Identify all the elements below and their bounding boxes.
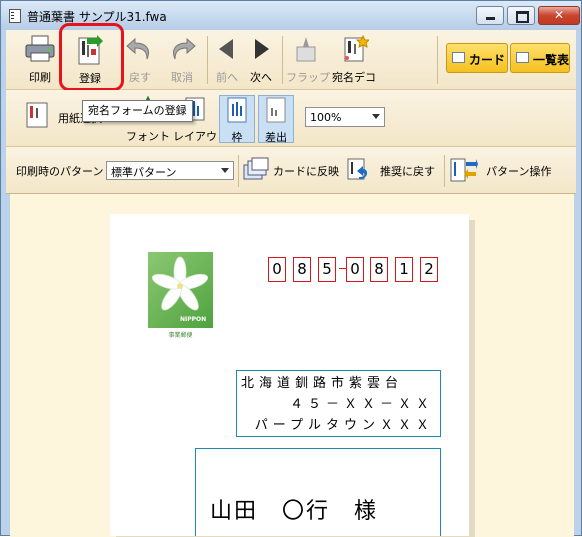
- pattern-ops-icon: [450, 158, 478, 182]
- frame-label: 枠: [231, 131, 243, 144]
- undo-button[interactable]: 戻す: [121, 35, 159, 85]
- separator: [437, 36, 438, 84]
- redo-icon: [173, 37, 196, 60]
- list-label: 一覧表: [533, 53, 570, 67]
- pattern-ops-button[interactable]: パターン操作: [448, 155, 558, 185]
- postal-code-digit: 2: [420, 257, 438, 282]
- postal-code-digit: 1: [395, 257, 413, 282]
- undo-label: 戻す: [129, 71, 151, 84]
- list-view-button[interactable]: 一覧表: [510, 43, 570, 73]
- layout-label: レイアウト: [173, 130, 228, 143]
- postal-code-digit: 8: [293, 257, 311, 282]
- register-highlight: [59, 23, 124, 91]
- paper-icon: [26, 102, 48, 128]
- recipient-name: 山田 〇行 様: [210, 499, 379, 524]
- redo-button[interactable]: 取消: [163, 35, 201, 85]
- chevron-down-icon: [221, 168, 229, 173]
- stamp-label: NIPPON: [180, 316, 207, 323]
- address-deco-button[interactable]: 宛名デコ: [329, 34, 379, 85]
- prev-button[interactable]: 前へ: [212, 35, 242, 85]
- undo-icon: [126, 37, 149, 60]
- card-view-button[interactable]: カード: [446, 43, 508, 73]
- pattern-label: 印刷時のパターン: [16, 165, 104, 178]
- sender-icon: [266, 97, 286, 123]
- minimize-button[interactable]: [476, 6, 504, 25]
- chevron-down-icon: [372, 114, 380, 119]
- left-triangle-icon: [219, 39, 233, 59]
- postal-code-digit: 8: [370, 257, 388, 282]
- deco-label: 宛名デコ: [332, 71, 376, 84]
- address-line: パープルタウンＸＸＸ: [254, 418, 434, 433]
- app-icon: [9, 9, 21, 23]
- next-button[interactable]: 次へ: [246, 35, 276, 85]
- pattern-select[interactable]: 標準パターン: [106, 161, 234, 180]
- separator: [444, 155, 445, 187]
- separator: [207, 36, 208, 84]
- right-triangle-icon: [255, 39, 269, 59]
- close-button[interactable]: ✕: [538, 6, 580, 25]
- sender-label: 差出: [265, 131, 287, 144]
- close-icon: ✕: [553, 8, 565, 22]
- address-frame[interactable]: 北海道釧路市紫雲台 ４５－ＸＸ－ＸＸ パープルタウンＸＸＸ: [236, 370, 441, 437]
- cards-icon: [243, 157, 269, 180]
- deco-icon: [344, 34, 371, 62]
- print-button[interactable]: 印刷: [20, 35, 60, 85]
- flap-icon: [296, 37, 316, 62]
- next-label: 次へ: [250, 71, 272, 84]
- separator: [282, 36, 283, 84]
- flap-label: フラップ: [286, 71, 330, 84]
- revert-icon: [347, 158, 368, 180]
- maximize-button[interactable]: [507, 6, 535, 25]
- address-line: ４５－ＸＸ－ＸＸ: [289, 397, 434, 412]
- prev-label: 前へ: [216, 71, 238, 84]
- reflect-card-button[interactable]: カードに反映: [242, 155, 342, 185]
- redo-label: 取消: [171, 71, 193, 84]
- print-label: 印刷: [29, 71, 51, 84]
- card-icon: [452, 52, 465, 63]
- zoom-select[interactable]: 100%: [305, 107, 385, 127]
- address-line: 北海道釧路市紫雲台: [241, 376, 404, 391]
- postal-dash: [339, 268, 346, 269]
- postal-code-digit: 0: [268, 257, 286, 282]
- separator: [238, 155, 239, 187]
- sender-toggle[interactable]: 差出: [258, 95, 294, 144]
- reflect-card-label: カードに反映: [273, 165, 339, 178]
- printer-icon: [25, 35, 55, 62]
- list-icon: [516, 52, 529, 63]
- revert-button[interactable]: 推奨に戻す: [345, 155, 443, 185]
- pattern-toolbar: 印刷時のパターン 標準パターン カードに反映 推奨に戻す パターン操作: [6, 147, 576, 194]
- stamp-caption: 事業郵便: [168, 332, 193, 339]
- font-label: フォント: [126, 130, 170, 143]
- postal-code-digit: 5: [318, 257, 336, 282]
- card-label: カード: [469, 53, 506, 67]
- pattern-value: 標準パターン: [111, 166, 177, 179]
- tooltip: 宛名フォームの登録: [82, 100, 193, 122]
- pattern-ops-label: パターン操作: [486, 165, 552, 178]
- flap-button[interactable]: フラップ: [286, 35, 330, 85]
- zoom-value: 100%: [310, 111, 342, 124]
- frame-toggle[interactable]: 枠: [219, 95, 255, 144]
- frame-icon: [227, 97, 247, 123]
- revert-label: 推奨に戻す: [380, 165, 435, 178]
- postal-code-digit: 0: [346, 257, 364, 282]
